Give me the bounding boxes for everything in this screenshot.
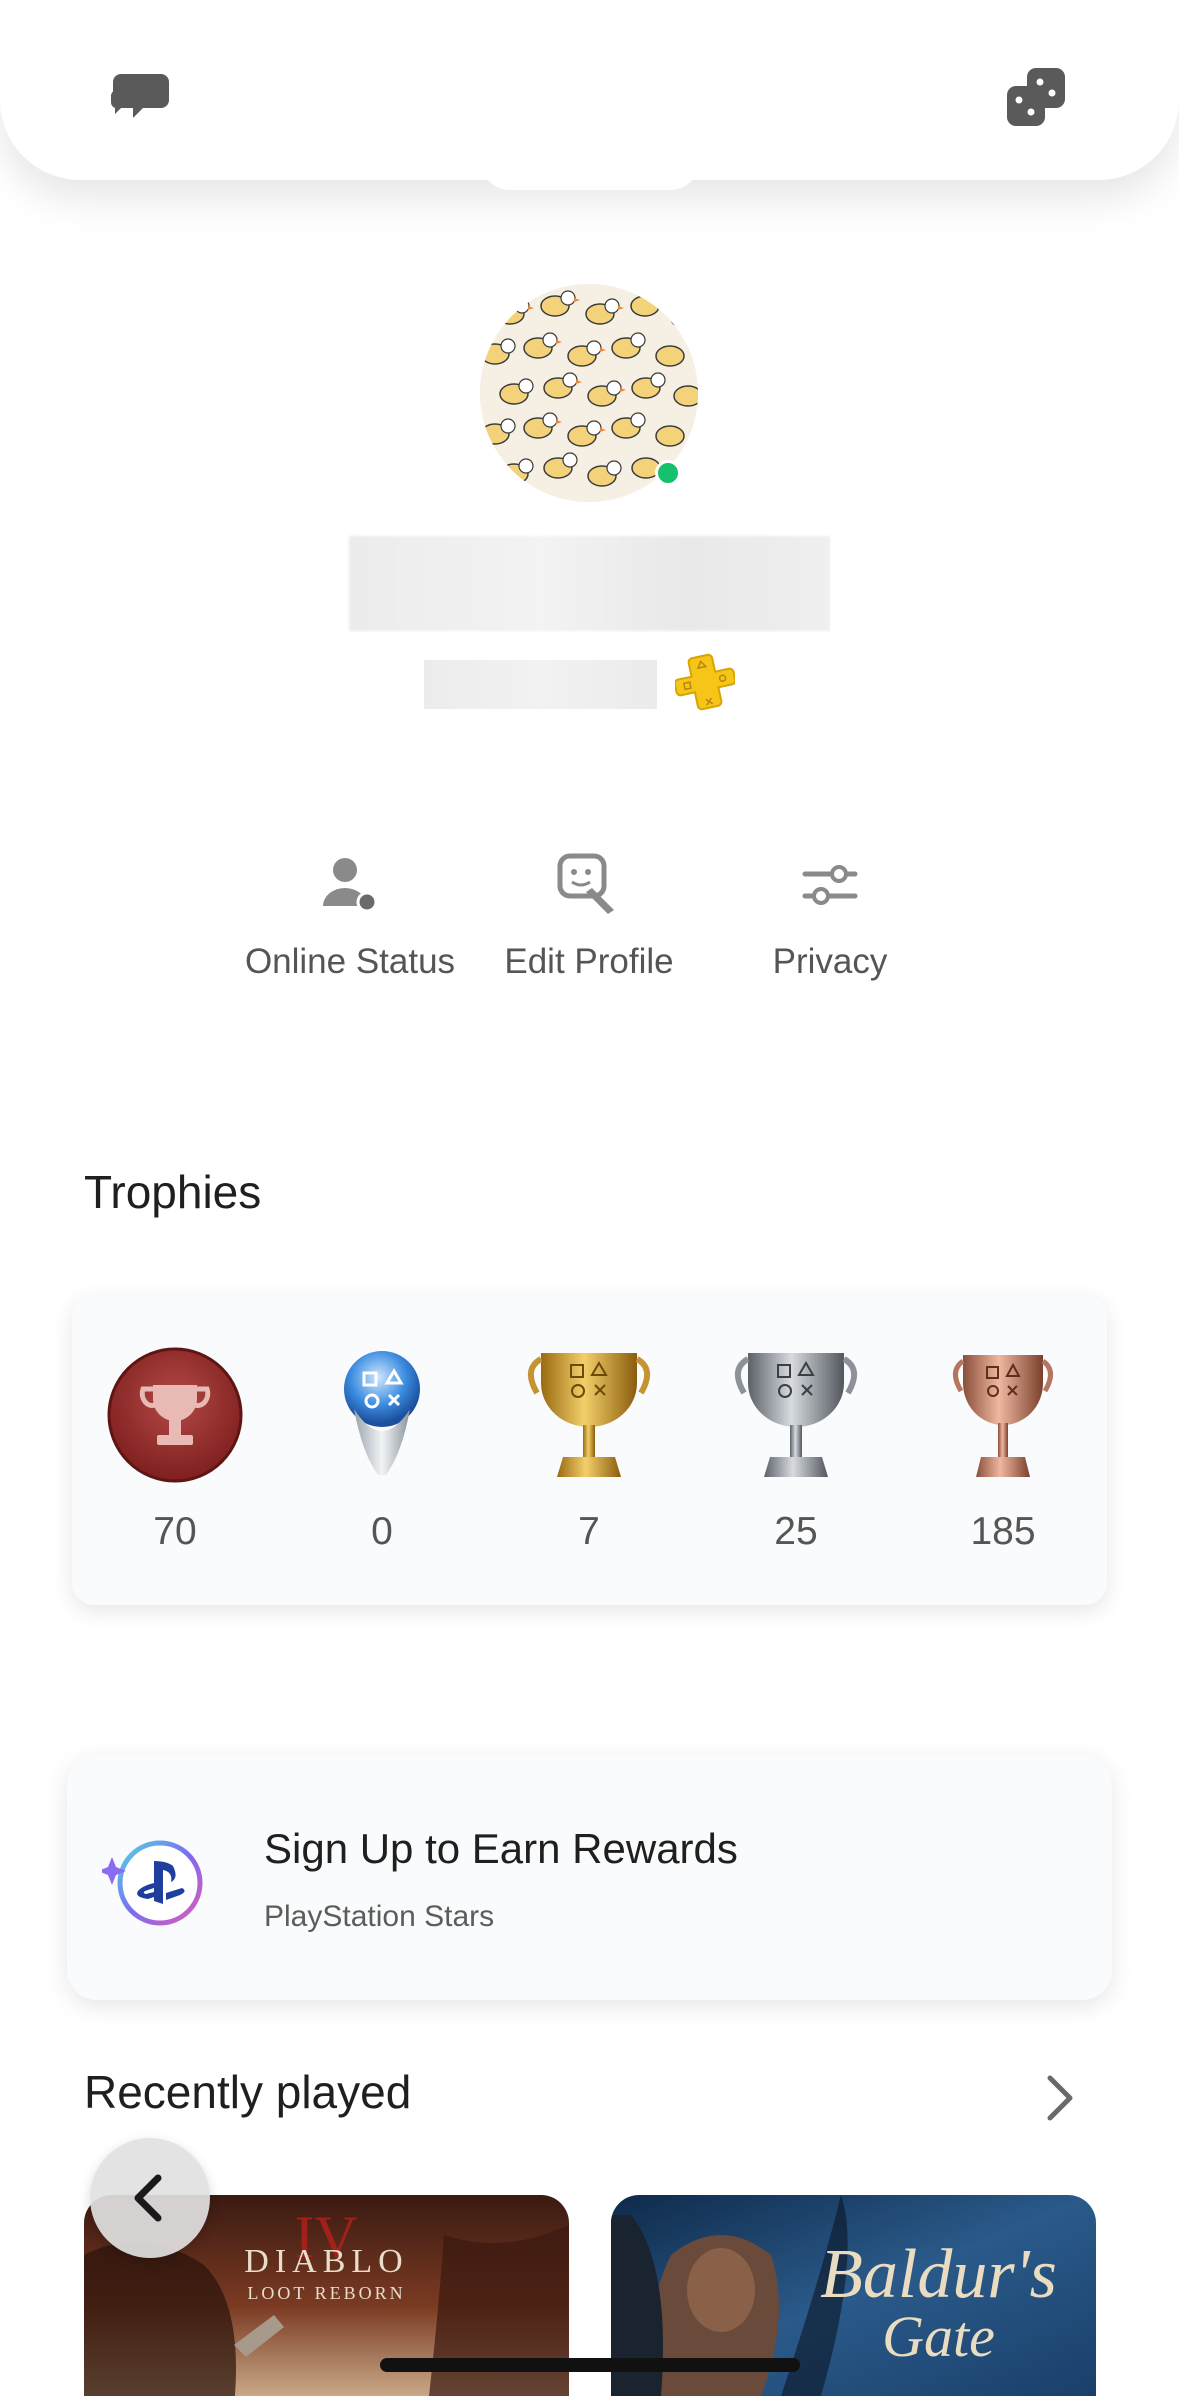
trophy-summary-card[interactable]: 70 0 7 25 185 <box>72 1295 1107 1605</box>
trophy-platinum-count: 0 <box>371 1510 393 1553</box>
chat-bubbles-icon[interactable] <box>107 60 183 136</box>
trophy-level-count: 70 <box>153 1510 197 1553</box>
back-button[interactable] <box>90 2138 210 2258</box>
chevron-left-icon <box>134 2174 162 2222</box>
sliders-icon <box>795 850 865 920</box>
person-status-icon <box>315 850 385 920</box>
game-controller-icon[interactable] <box>997 60 1073 136</box>
trophies-heading: Trophies <box>84 1166 262 1218</box>
username-redacted <box>349 536 830 631</box>
rewards-title: Sign Up to Earn Rewards <box>264 1825 738 1872</box>
ps-plus-icon <box>673 652 737 712</box>
online-status-dot <box>655 460 681 486</box>
trophy-bronze[interactable]: 185 <box>900 1345 1106 1554</box>
trophy-silver-count: 25 <box>774 1510 818 1553</box>
trophy-platinum[interactable]: 0 <box>279 1345 485 1554</box>
recently-played-heading: Recently played <box>84 2066 412 2118</box>
playstation-stars-icon <box>98 1827 212 1937</box>
edit-profile-icon <box>554 850 624 920</box>
online-id-redacted <box>424 660 657 709</box>
privacy-label: Privacy <box>772 942 888 981</box>
playstation-stars-card[interactable]: Sign Up to Earn Rewards PlayStation Star… <box>67 1755 1112 2000</box>
top-sheet <box>0 0 1179 190</box>
gold-trophy-icon <box>528 1353 650 1477</box>
trophy-level-icon <box>107 1347 243 1483</box>
trophy-gold-count: 7 <box>578 1510 600 1553</box>
online-status-button[interactable]: Online Status <box>230 850 470 982</box>
game-subtitle-baldurs-gate: Gate <box>882 2304 995 2369</box>
chevron-right-icon[interactable] <box>1040 2070 1080 2126</box>
trophy-bronze-count: 185 <box>970 1510 1036 1553</box>
bronze-trophy-icon <box>953 1355 1053 1477</box>
game-subtitle-diablo: LOOT REBORN <box>247 2283 406 2303</box>
trophy-level[interactable]: 70 <box>72 1345 278 1554</box>
sheet-notch <box>480 150 700 190</box>
online-status-label: Online Status <box>244 942 456 981</box>
home-indicator[interactable] <box>380 2358 800 2372</box>
edit-profile-button[interactable]: Edit Profile <box>469 850 709 982</box>
rewards-subtitle: PlayStation Stars <box>264 1900 495 1933</box>
platinum-trophy-icon <box>344 1351 420 1475</box>
trophy-silver[interactable]: 25 <box>693 1345 899 1554</box>
silver-trophy-icon <box>735 1353 857 1477</box>
privacy-button[interactable]: Privacy <box>710 850 950 982</box>
edit-profile-label: Edit Profile <box>504 942 674 981</box>
trophy-gold[interactable]: 7 <box>486 1345 692 1554</box>
